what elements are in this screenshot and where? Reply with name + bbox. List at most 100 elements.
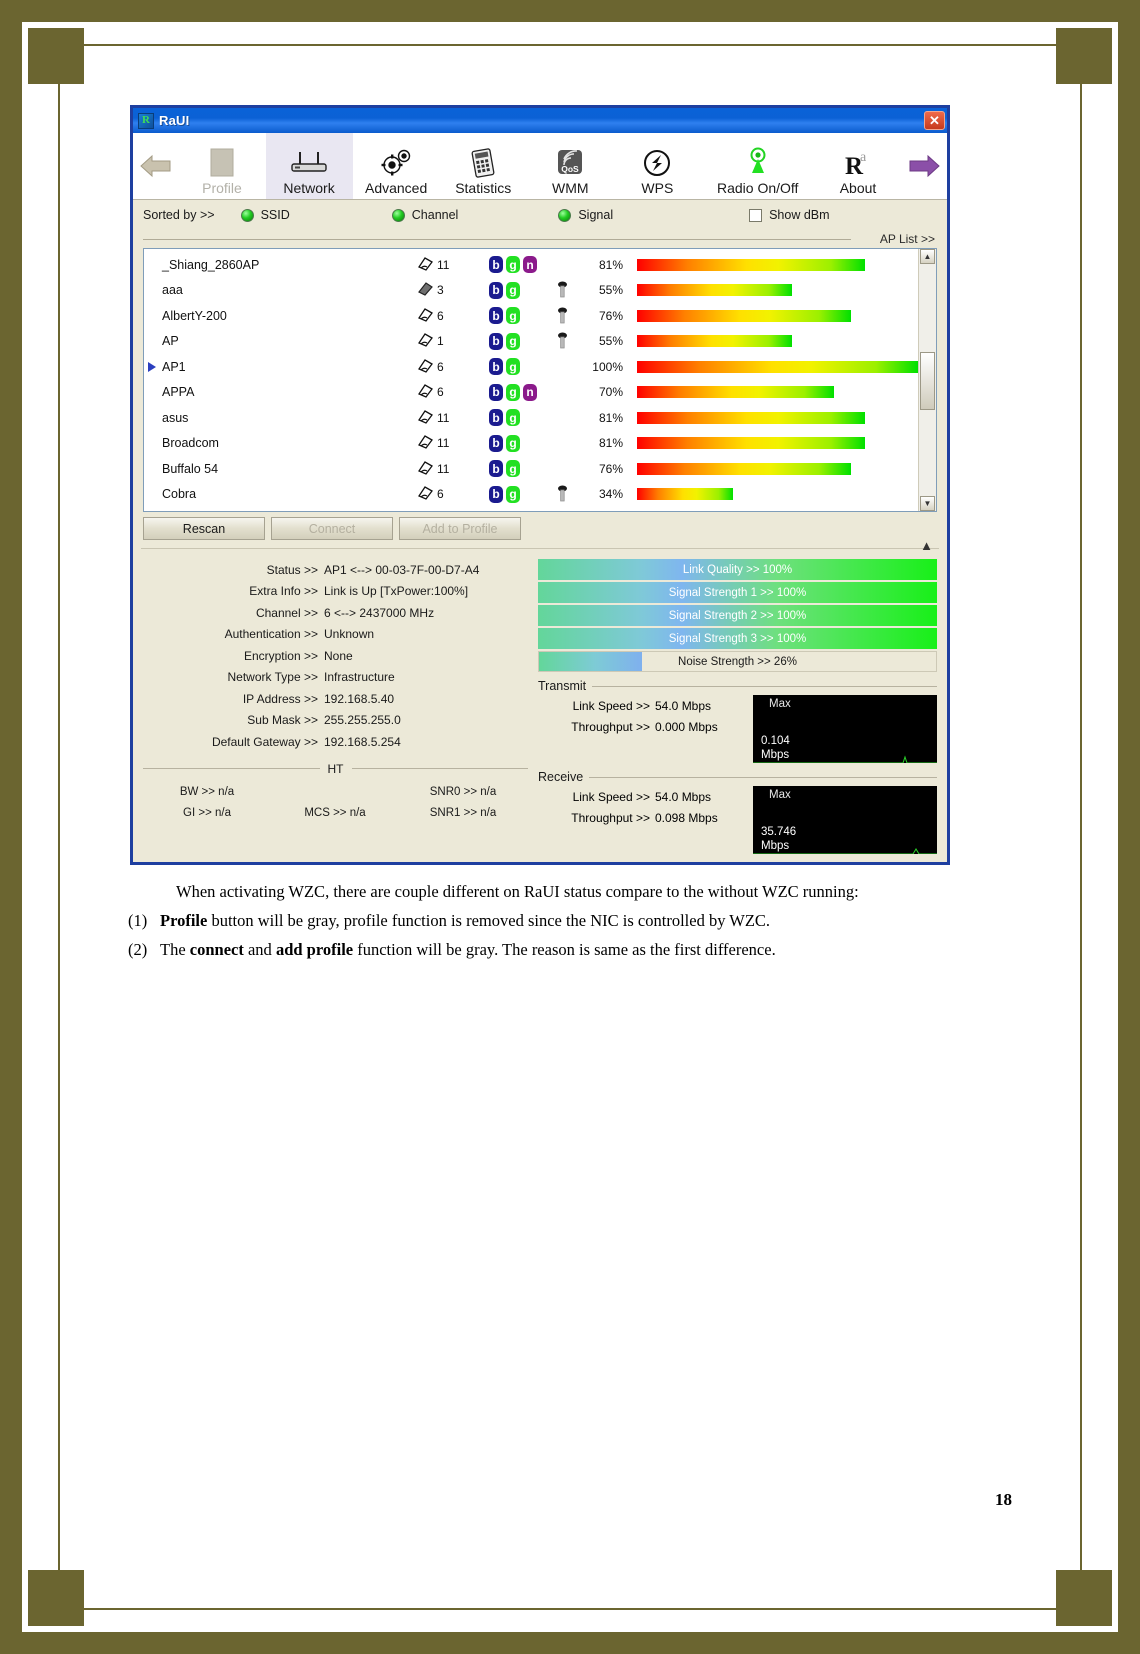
quality-bar: Signal Strength 1 >> 100% xyxy=(538,582,937,603)
list-item-text-mid: and xyxy=(243,939,276,959)
ap-list-item[interactable]: AlbertY-200 6 b g 76% xyxy=(144,303,918,329)
ap-ssid: Buffalo 54 xyxy=(162,461,219,476)
sort-option-channel[interactable]: Channel xyxy=(391,208,459,222)
ht-cell: SNR1 >> n/a xyxy=(429,807,497,819)
network-icon xyxy=(288,145,330,181)
status-row-label: Status >> xyxy=(266,562,318,577)
ap-list-item[interactable]: Cobra 6 b g 34% xyxy=(144,482,918,508)
ap-channel-number: 3 xyxy=(437,283,444,298)
show-dbm-checkbox[interactable]: Show dBm xyxy=(749,208,830,222)
ap-list-item[interactable]: AP 1 b g 55% xyxy=(144,329,918,355)
transmit-row: Link Speed >> 54.0 Mbps Throughput >> 0.… xyxy=(538,695,937,763)
mode-badge-b: b xyxy=(489,485,503,503)
ap-list-item[interactable]: asus 11 b g 81% xyxy=(144,405,918,431)
status-row-label: IP Address >> xyxy=(242,691,318,706)
ap-signal-percent: 76% xyxy=(598,308,623,323)
ap-channel-number: 11 xyxy=(437,410,450,425)
tab-network[interactable]: Network xyxy=(265,133,353,199)
ap-mode-badges: bgn xyxy=(489,383,549,401)
quality-bar: Link Quality >> 100% xyxy=(538,559,937,580)
status-row: Extra Info >> Link is Up [TxPower:100%] xyxy=(143,581,528,603)
ap-channel-number: 11 xyxy=(437,436,450,451)
transmit-throughput-graph: Max 0.104 Mbps xyxy=(753,695,937,763)
tab-advanced[interactable]: Advanced xyxy=(353,133,440,199)
tab-network-label: Network xyxy=(283,180,335,196)
qos-icon: QoS xyxy=(554,145,586,181)
ap-list-item[interactable]: AP1 6 b g 100% xyxy=(144,354,918,380)
ap-action-buttons: Rescan Connect Add to Profile xyxy=(143,517,937,540)
ht-divider-label: HT xyxy=(327,761,344,776)
tab-radio-on-off[interactable]: Radio On/Off xyxy=(701,133,815,199)
sort-option-signal[interactable]: Signal xyxy=(558,208,613,222)
tab-profile[interactable]: Profile xyxy=(178,133,265,199)
show-dbm-label: Show dBm xyxy=(769,208,830,222)
checkbox-icon xyxy=(749,208,763,222)
ap-ssid: Cobra xyxy=(162,487,197,502)
receive-throughput-graph: Max 35.746 Mbps xyxy=(753,786,937,854)
ap-channel: 11 xyxy=(417,434,489,452)
tab-statistics-label: Statistics xyxy=(455,180,512,196)
ap-list-item[interactable]: _Shiang_2860AP 11 b g n 81% xyxy=(144,252,918,278)
ap-mode-badges: bg xyxy=(489,485,549,503)
ap-signal-percent: 55% xyxy=(598,283,623,298)
tab-wps[interactable]: WPS xyxy=(614,133,701,199)
scrollbar-thumb[interactable] xyxy=(920,352,935,410)
list-item-bold: Profile xyxy=(160,910,208,930)
receive-max-value: 35.746 xyxy=(761,826,797,838)
forward-arrow-icon[interactable] xyxy=(902,133,947,199)
mode-badge-n: n xyxy=(523,256,537,274)
back-arrow-icon[interactable] xyxy=(133,133,178,199)
ap-mode-badges: bg xyxy=(489,409,549,427)
status-row-label: Encryption >> xyxy=(243,648,318,663)
transmit-link-speed-label: Link Speed >> xyxy=(572,698,650,713)
receive-max-label: Max xyxy=(769,789,791,801)
wifi-channel-icon xyxy=(417,485,434,503)
mode-badge-g: g xyxy=(506,383,520,401)
rescan-button[interactable]: Rescan xyxy=(143,517,265,540)
wifi-channel-icon xyxy=(417,332,434,350)
led-icon xyxy=(240,208,254,222)
adhoc-channel-icon xyxy=(417,281,434,299)
transmit-heading: Transmit xyxy=(538,679,937,693)
transmit-max-label: Max xyxy=(769,698,791,710)
mode-badge-b: b xyxy=(489,307,503,325)
ap-signal-percent: 81% xyxy=(598,257,623,272)
ap-security-lock-icon xyxy=(549,281,575,299)
tab-statistics[interactable]: Statistics xyxy=(440,133,527,199)
list-item-bold-2: add profile xyxy=(275,939,354,959)
ap-channel: 6 xyxy=(417,383,489,401)
scroll-up-icon[interactable]: ▲ xyxy=(920,249,935,264)
ap-list-item[interactable]: aaa 3 b g 55% xyxy=(144,278,918,304)
signal-detail-pane: Link Quality >> 100% Signal Strength 1 >>… xyxy=(538,559,937,854)
ap-list-item[interactable]: Broadcom 11 b g 81% xyxy=(144,431,918,457)
mode-badge-g: g xyxy=(506,409,520,427)
intro-paragraph: When activating WZC, there are couple di… xyxy=(176,882,859,901)
tab-about[interactable]: R a About xyxy=(814,133,901,199)
ap-list-box[interactable]: _Shiang_2860AP 11 b g n 81% aaa 3 b g 55% AlbertY-2… xyxy=(143,248,937,512)
collapse-toggle-icon[interactable]: ▲ xyxy=(920,538,933,553)
quality-bar: Signal Strength 3 >> 100% xyxy=(538,628,937,649)
ap-list-item[interactable]: APPA 6 b g n 70% xyxy=(144,380,918,406)
receive-sparkline xyxy=(753,848,937,854)
statistics-icon xyxy=(467,145,499,181)
status-row: Default Gateway >> 192.168.5.254 xyxy=(143,731,528,753)
tab-wmm[interactable]: QoS WMM xyxy=(527,133,614,199)
svg-text:a: a xyxy=(860,150,867,165)
sort-option-ssid[interactable]: SSID xyxy=(240,208,290,222)
ap-list-scrollbar[interactable]: ▲ ▼ xyxy=(918,249,936,511)
status-detail-pane: Status >> AP1 <--> 00-03-7F-00-D7-A4 Extra… xyxy=(143,559,528,854)
tab-profile-label: Profile xyxy=(202,180,242,196)
mode-badge-b: b xyxy=(489,409,503,427)
transmit-throughput-label: Throughput >> xyxy=(571,719,650,734)
ap-list-legend-label: AP List >> xyxy=(879,232,937,246)
scroll-down-icon[interactable]: ▼ xyxy=(920,496,935,511)
transmit-sparkline xyxy=(753,755,937,763)
tab-advanced-label: Advanced xyxy=(364,180,428,196)
status-row: Status >> AP1 <--> 00-03-7F-00-D7-A4 xyxy=(143,559,528,581)
sort-option-channel-label: Channel xyxy=(411,208,459,222)
ap-list-item[interactable]: Buffalo 54 11 b g 76% xyxy=(144,456,918,482)
list-item: (2) The connect and add profile function… xyxy=(128,938,952,962)
ap-channel-number: 6 xyxy=(437,487,444,502)
list-item-number: (2) xyxy=(128,939,148,959)
close-icon[interactable]: ✕ xyxy=(924,111,945,130)
